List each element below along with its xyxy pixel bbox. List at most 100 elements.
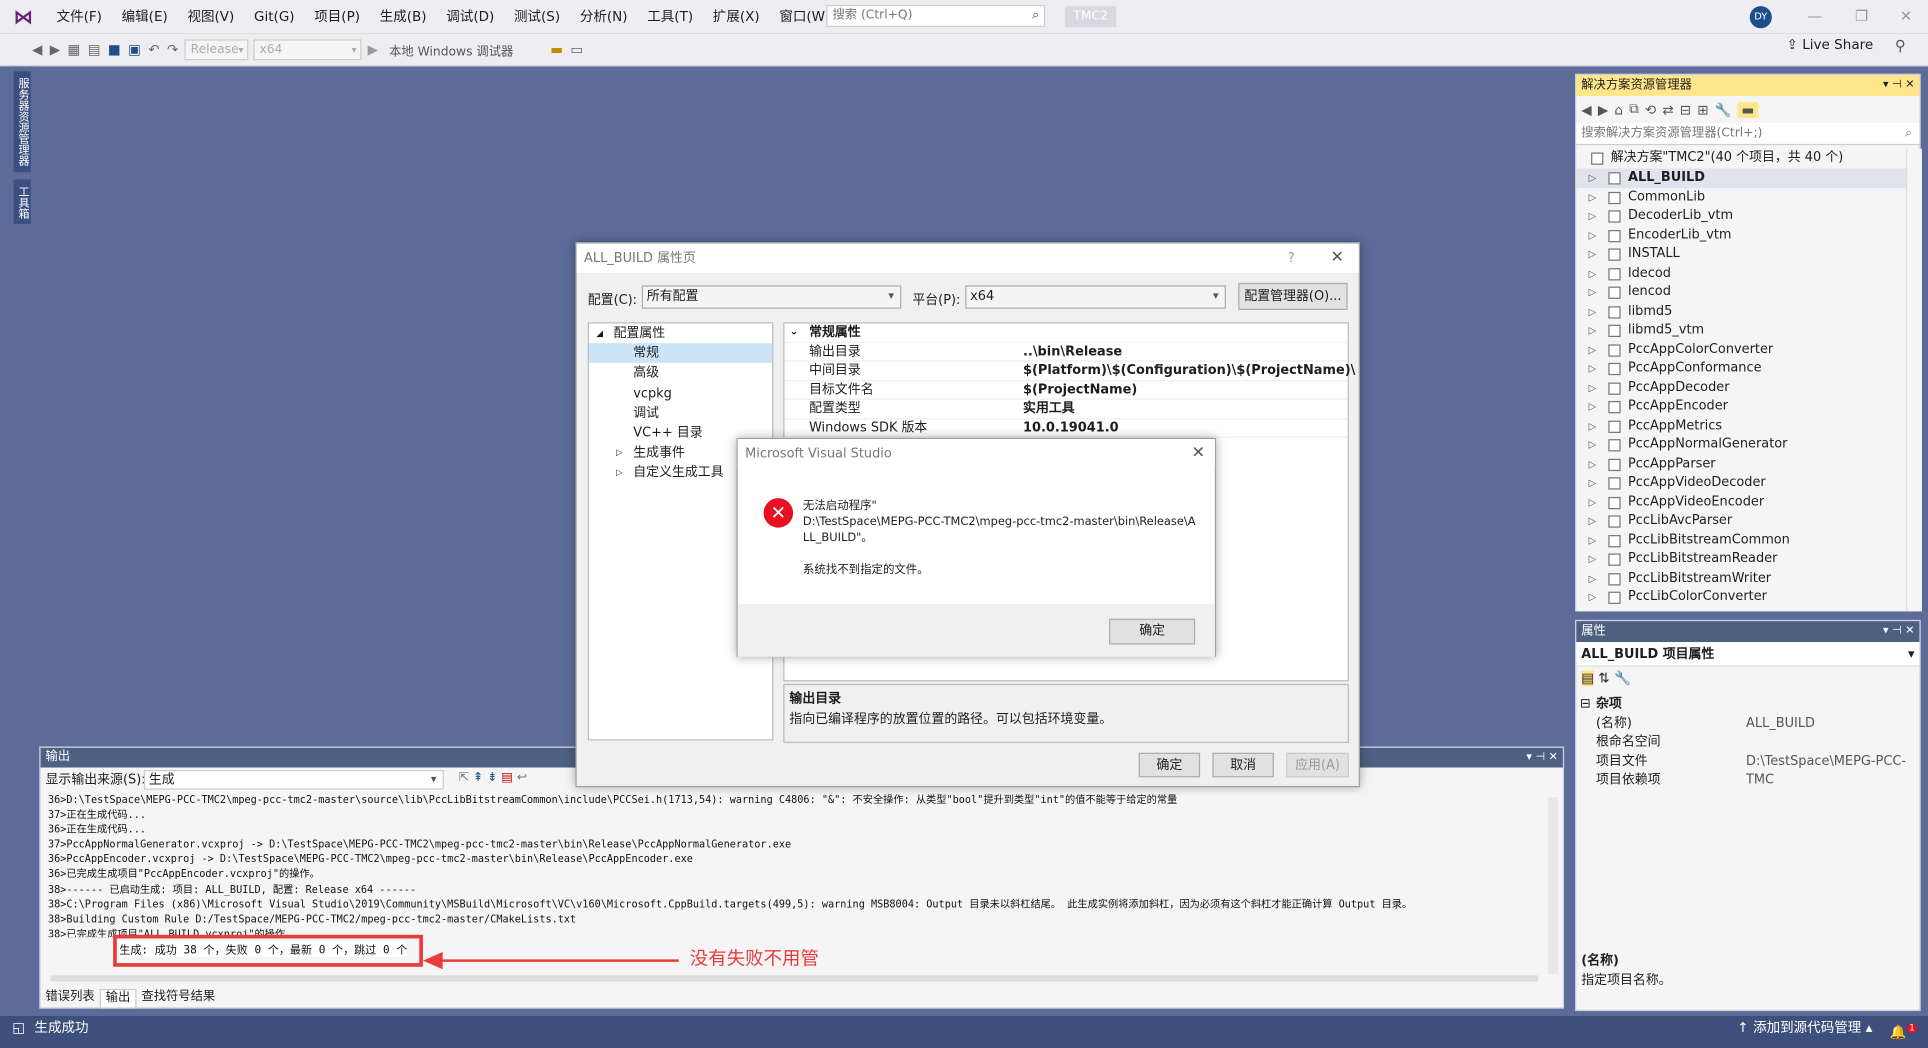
vertical-scrollbar[interactable] <box>1905 148 1922 612</box>
menu-item[interactable]: 视图(V) <box>178 0 245 33</box>
expand-icon[interactable]: ▷ <box>1589 512 1597 531</box>
tree-item[interactable]: ▷ PccAppParser <box>1576 454 1922 473</box>
output-tab[interactable]: 查找符号结果 <box>136 989 220 1009</box>
forward-icon[interactable]: ▶ <box>50 41 60 57</box>
nav-item[interactable]: 高级 <box>589 363 772 383</box>
wrench-icon[interactable]: 🔧 <box>1715 101 1732 117</box>
panel-buttons[interactable]: ▾ ⊣ ✕ <box>1883 75 1915 96</box>
platform-dropdown[interactable]: x64 ▾ <box>965 285 1226 309</box>
tree-item[interactable]: ▷ PccAppEncoder <box>1576 397 1922 416</box>
menu-item[interactable]: 文件(F) <box>47 0 112 33</box>
forward-icon[interactable]: ▶ <box>1598 101 1608 117</box>
expand-icon[interactable]: ▷ <box>1589 397 1597 416</box>
tree-item[interactable]: ▷ libmd5_vtm <box>1576 321 1922 340</box>
open-icon[interactable]: ▤ <box>88 41 101 57</box>
preview-icon[interactable]: ▬ <box>1737 101 1759 118</box>
property-row[interactable]: (名称) ALL_BUILD <box>1576 714 1919 733</box>
output-tab[interactable]: 输出 <box>99 988 137 1009</box>
tree-item[interactable]: ▷ DecoderLib_vtm <box>1576 207 1922 226</box>
grid-row[interactable]: 输出目录 ..\bin\Release <box>784 343 1348 362</box>
expand-icon[interactable]: ▷ <box>1589 321 1597 340</box>
restore-icon[interactable]: ❐ <box>1837 0 1886 33</box>
home-icon[interactable]: ⌂ <box>1614 101 1623 117</box>
tree-item[interactable]: ▷ PccAppVideoDecoder <box>1576 474 1922 493</box>
menu-item[interactable]: 工具(T) <box>637 0 703 33</box>
tree-item[interactable]: ▷ ALL_BUILD <box>1576 168 1922 188</box>
sync-icon[interactable]: ⇄ <box>1662 101 1673 117</box>
expand-icon[interactable]: ▷ <box>1589 531 1597 550</box>
config-manager-button[interactable]: 配置管理器(O)... <box>1238 282 1348 310</box>
collapse-all-icon[interactable]: ⊟ <box>1680 101 1691 117</box>
expand-icon[interactable]: ▷ <box>1589 435 1597 454</box>
avatar[interactable]: DY <box>1749 6 1772 29</box>
toolbox-tab[interactable]: 工具箱 <box>13 179 31 224</box>
nav-item[interactable]: vcpkg <box>589 383 772 403</box>
help-icon[interactable]: ? <box>1288 244 1295 274</box>
expand-icon[interactable]: ▷ <box>1589 569 1597 588</box>
grid-row[interactable]: Windows SDK 版本 10.0.19041.0 <box>784 419 1348 438</box>
history-icon[interactable]: ⟲ <box>1645 101 1656 117</box>
menu-item[interactable]: 编辑(E) <box>112 0 178 33</box>
tree-item[interactable]: ▷ PccLibColorConverter <box>1576 588 1922 607</box>
debugger-label[interactable]: 本地 Windows 调试器 <box>389 40 513 59</box>
menu-item[interactable]: 测试(S) <box>504 0 570 33</box>
expand-icon[interactable]: ▷ <box>1589 283 1597 302</box>
solution-search-input[interactable]: 搜索解决方案资源管理器(Ctrl+;) ⌕ <box>1576 123 1920 146</box>
property-row[interactable]: 项目依赖项 <box>1576 771 1919 790</box>
tree-item[interactable]: ▷ PccLibBitstreamWriter <box>1576 569 1922 588</box>
property-row[interactable]: 根命名空间 <box>1576 733 1919 752</box>
tree-item[interactable]: ▷ PccAppVideoEncoder <box>1576 493 1922 512</box>
redo-icon[interactable]: ↷ <box>167 41 178 57</box>
close-icon[interactable]: ✕ <box>1331 244 1344 274</box>
minimize-icon[interactable]: — <box>1790 0 1839 33</box>
cancel-button[interactable]: 取消 <box>1212 752 1274 778</box>
expand-icon[interactable]: ▷ <box>1589 207 1597 226</box>
configuration-dropdown[interactable]: Release ▾ <box>184 38 249 60</box>
platform-dropdown[interactable]: x64 ▾ <box>253 38 362 60</box>
tree-item[interactable]: ▷ PccAppConformance <box>1576 359 1922 378</box>
expand-icon[interactable]: ▷ <box>1589 378 1597 397</box>
tree-item[interactable]: ▷ PccLibAvcParser <box>1576 512 1922 531</box>
add-to-source-control[interactable]: ↑ 添加到源代码管理 ▴ <box>1737 1016 1872 1041</box>
nav-item[interactable]: 调试 <box>589 403 772 423</box>
tree-item[interactable]: ▷ PccAppNormalGenerator <box>1576 435 1922 454</box>
notifications-icon[interactable]: 🔔 1 <box>1890 1016 1918 1045</box>
output-tab[interactable]: 错误列表 <box>41 989 100 1009</box>
show-all-files-icon[interactable]: ⊞ <box>1697 101 1708 117</box>
close-icon[interactable]: ✕ <box>1192 439 1205 469</box>
apply-button[interactable]: 应用(A) <box>1286 752 1349 778</box>
tree-item[interactable]: ▷ ldecod <box>1576 264 1922 283</box>
solution-root[interactable]: 解决方案"TMC2"(40 个项目，共 40 个) <box>1576 149 1922 169</box>
switch-views-icon[interactable]: ⧉ <box>1629 101 1639 118</box>
nav-item[interactable]: 常规 <box>588 343 773 364</box>
find-icon[interactable]: ⇱ <box>459 771 469 785</box>
nav-item[interactable]: ◢ 配置属性 <box>589 323 772 343</box>
menu-item[interactable]: 调试(D) <box>436 0 504 33</box>
tree-item[interactable]: ▷ PccAppMetrics <box>1576 416 1922 435</box>
expand-icon[interactable]: ▷ <box>1589 188 1597 207</box>
grid-row[interactable]: 目标文件名 $(ProjectName) <box>784 381 1348 400</box>
output-source-dropdown[interactable]: 生成 ▾ <box>143 769 444 790</box>
live-share-button[interactable]: ⇪ Live Share <box>1787 37 1874 53</box>
object-selector[interactable]: ALL_BUILD 项目属性 ▾ <box>1576 642 1920 667</box>
property-row[interactable]: 项目文件 D:\TestSpace\MEPG-PCC-TMC <box>1576 752 1919 787</box>
close-icon[interactable]: ✕ <box>1881 0 1928 33</box>
tree-item[interactable]: ▷ PccLibBitstreamCommon <box>1576 531 1922 550</box>
msgbox-ok-button[interactable]: 确定 <box>1109 618 1196 645</box>
tree-item[interactable]: ▷ INSTALL <box>1576 245 1922 264</box>
new-project-icon[interactable]: ▦ <box>68 41 81 57</box>
expand-icon[interactable]: ▷ <box>1589 245 1597 264</box>
panel-buttons[interactable]: ▾ ⊣ ✕ <box>1883 621 1915 642</box>
config-dropdown[interactable]: 所有配置 ▾ <box>641 285 902 309</box>
output-text[interactable]: 36>D:\TestSpace\MEPG-PCC-TMC2\mpeg-pcc-t… <box>48 792 1546 937</box>
panel-buttons[interactable]: ▾ ⊣ ✕ <box>1526 748 1558 768</box>
expand-icon[interactable]: ▷ <box>1589 359 1597 378</box>
folder-icon[interactable]: ▬ <box>550 41 563 57</box>
tree-item[interactable]: ▷ lencod <box>1576 283 1922 302</box>
undo-icon[interactable]: ↶ <box>148 41 159 57</box>
expand-icon[interactable]: ▷ <box>1589 264 1597 283</box>
expand-icon[interactable]: ▷ <box>1589 340 1597 359</box>
expand-icon[interactable]: ▷ <box>1589 588 1597 607</box>
tree-item[interactable]: ▷ PccAppColorConverter <box>1576 340 1922 359</box>
back-icon[interactable]: ◀ <box>1581 101 1591 117</box>
